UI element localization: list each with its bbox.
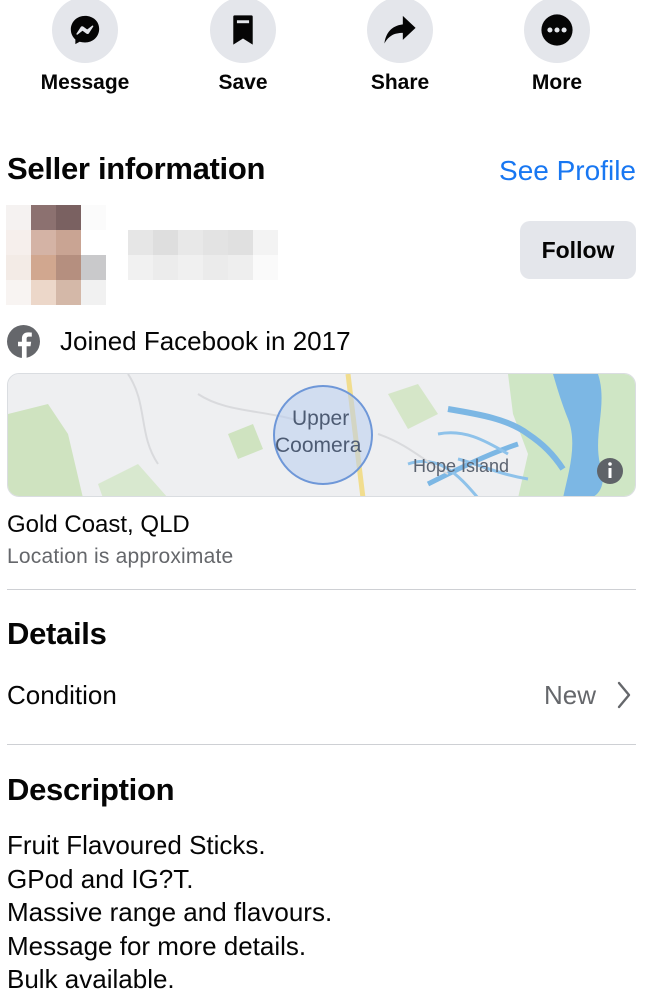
seller-name-blurred[interactable] <box>128 230 278 280</box>
location-name: Gold Coast, QLD <box>7 511 190 538</box>
description-line: GPod and IG?T. <box>7 863 194 894</box>
divider <box>7 589 636 590</box>
chevron-right-icon <box>617 681 631 709</box>
message-button[interactable]: Message <box>25 0 145 95</box>
description-heading: Description <box>7 772 175 807</box>
details-heading: Details <box>7 616 107 651</box>
location-map[interactable]: Upper Coomera Hope Island <box>7 373 636 497</box>
action-bar: Message Save Share More <box>0 0 650 110</box>
map-label-hope-island: Hope Island <box>413 456 510 476</box>
avatar[interactable] <box>6 205 106 305</box>
more-label: More <box>531 71 583 94</box>
share-label: Share <box>370 71 430 94</box>
description-text: Fruit Flavoured Sticks. GPod and IG?T. M… <box>7 829 332 997</box>
description-line: Fruit Flavoured Sticks. <box>7 830 266 860</box>
more-dots-icon <box>524 0 590 63</box>
message-label: Message <box>40 71 130 94</box>
map-label-upper: Upper <box>292 407 350 430</box>
seller-information-heading: Seller information <box>7 151 266 186</box>
save-label: Save <box>218 71 268 94</box>
share-arrow-icon <box>367 0 433 63</box>
map-info-icon[interactable] <box>597 458 623 484</box>
description-line: Bulk available. <box>7 964 175 994</box>
location-note: Location is approximate <box>7 545 234 568</box>
share-button[interactable]: Share <box>340 0 460 95</box>
facebook-icon <box>7 325 40 358</box>
see-profile-link[interactable]: See Profile <box>499 155 636 187</box>
save-button[interactable]: Save <box>183 0 303 95</box>
map-label-coomera: Coomera <box>275 434 362 457</box>
condition-value: New <box>543 680 596 710</box>
more-button[interactable]: More <box>497 0 617 95</box>
bookmark-icon <box>210 0 276 63</box>
joined-facebook-text: Joined Facebook in 2017 <box>60 326 351 356</box>
joined-facebook-row: Joined Facebook in 2017 <box>7 325 351 358</box>
follow-button[interactable]: Follow <box>520 221 636 279</box>
divider <box>7 744 636 745</box>
condition-label: Condition <box>7 680 117 710</box>
messenger-icon <box>52 0 118 63</box>
description-line: Message for more details. <box>7 930 307 961</box>
description-line: Massive range and flavours. <box>7 897 333 927</box>
